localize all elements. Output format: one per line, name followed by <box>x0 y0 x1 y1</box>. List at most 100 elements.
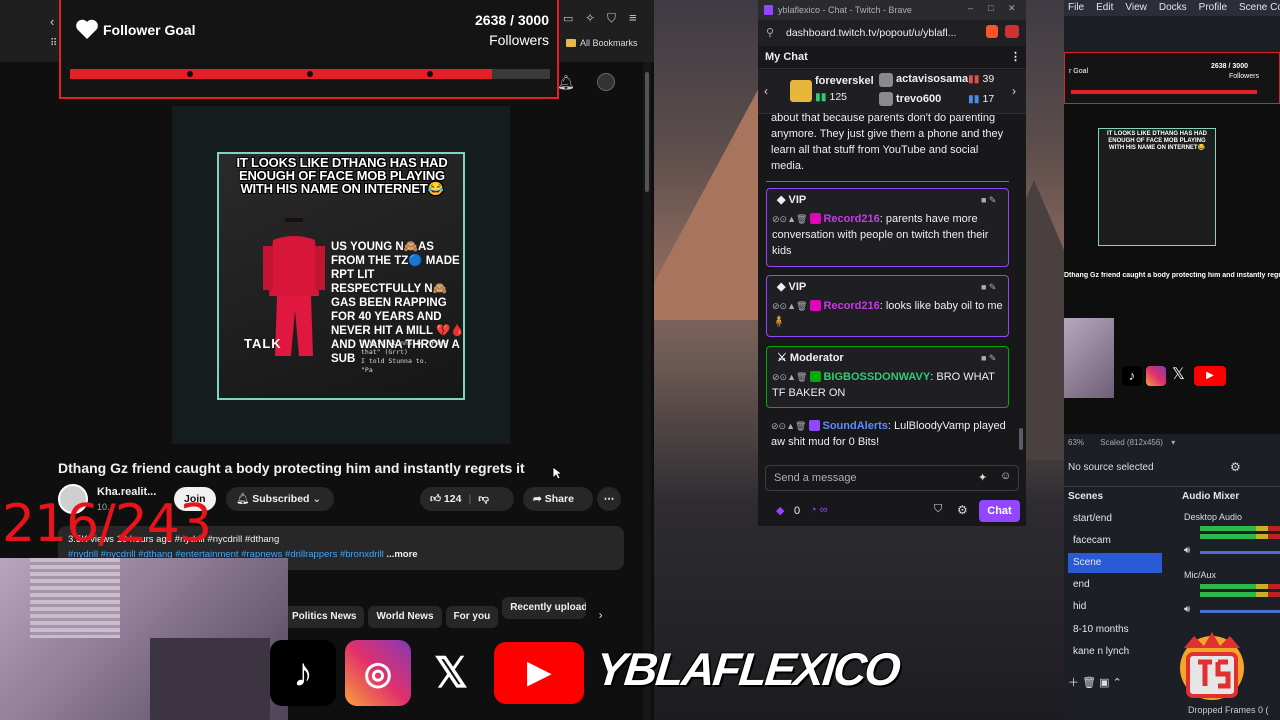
menu-icon[interactable]: ≡ <box>629 10 637 25</box>
chat-header-title: My Chat <box>765 51 808 63</box>
webcam-feed <box>0 558 288 720</box>
speaker-icon[interactable]: 🔊︎ <box>1184 545 1190 556</box>
maximize-icon[interactable]: □ <box>988 3 993 13</box>
chip-world-news[interactable]: World News <box>368 606 442 628</box>
all-bookmarks[interactable]: All Bookmarks <box>566 38 638 48</box>
chat-scrollbar-thumb[interactable] <box>1019 428 1023 450</box>
move-up-icon[interactable]: ⌃ <box>1113 677 1122 689</box>
panel-divider <box>1064 486 1280 487</box>
account-avatar[interactable] <box>597 73 615 91</box>
chat-username[interactable]: Record216 <box>823 213 879 225</box>
close-icon[interactable]: ✕ <box>1008 3 1016 14</box>
chat-username[interactable]: Record216 <box>823 300 879 312</box>
page-scrollbar-thumb[interactable] <box>645 72 649 192</box>
chat-message: ⊘⊙▲🗑︎ Record216: looks like baby oil to … <box>772 298 1004 330</box>
scene-filters-icon[interactable]: ▣ <box>1099 677 1109 689</box>
scene-item[interactable]: hid <box>1068 597 1162 617</box>
back-icon[interactable]: ‹ <box>50 14 54 29</box>
like-dislike-button[interactable]: 👍︎ 124 | 👎︎ <box>420 487 514 511</box>
gifters-prev-icon[interactable]: ‹ <box>764 84 768 98</box>
like-count: 124 <box>443 493 462 505</box>
menu-profile[interactable]: Profile <box>1199 2 1227 13</box>
channel-points-count: 0 <box>794 505 801 517</box>
menu-file[interactable]: File <box>1068 2 1084 13</box>
chip-recently-uploaded[interactable]: Recently uploaded <box>502 597 587 619</box>
share-button[interactable]: ➦ Share <box>523 487 593 511</box>
mod-shield-icon[interactable]: ⛉ <box>934 503 942 516</box>
cast-icon[interactable]: ▭ <box>563 12 573 25</box>
window-blind <box>30 558 120 638</box>
audio-meter <box>1200 592 1280 597</box>
thumbnail-talk-logo: TALK <box>244 336 282 351</box>
description-more-link[interactable]: ...more <box>386 549 417 560</box>
volume-slider[interactable] <box>1200 551 1280 554</box>
card-actions-icon[interactable]: ■ ✎ <box>981 353 996 364</box>
mod-actions-icon[interactable]: ⊘⊙▲🗑︎ <box>771 421 806 431</box>
scene-item[interactable]: facecam <box>1068 531 1162 551</box>
more-actions-button[interactable]: ⋯ <box>597 487 621 511</box>
card-actions-icon[interactable]: ■ ✎ <box>981 195 996 206</box>
mod-actions-icon[interactable]: ⊘⊙▲🗑︎ <box>772 301 807 311</box>
source-properties-gear-icon[interactable]: ⚙ <box>1230 460 1241 474</box>
gifter-name[interactable]: trevo600 <box>896 93 941 105</box>
scene-item[interactable]: kane n lynch <box>1068 642 1162 662</box>
notifications-bell-icon[interactable]: 🔔︎ <box>557 74 575 91</box>
channel-points-icon[interactable]: ◆ <box>776 504 784 517</box>
mod-actions-icon[interactable]: ⊘⊙▲🗑︎ <box>772 372 807 382</box>
scale-dropdown-icon[interactable]: ▾ <box>1171 438 1175 447</box>
audio-mixer-panel-title: Audio Mixer <box>1182 491 1240 502</box>
remove-scene-icon[interactable]: 🗑︎ <box>1082 677 1096 689</box>
gifter-name[interactable]: actavisosama <box>896 73 968 85</box>
speaker-icon[interactable]: 🔊︎ <box>1184 604 1190 615</box>
chat-settings-icon[interactable]: ⚙ <box>957 503 968 517</box>
add-scene-icon[interactable]: ＋ <box>1068 677 1079 689</box>
chips-next-icon[interactable]: › <box>599 608 603 622</box>
verified-badge-icon <box>809 420 821 431</box>
chat-username[interactable]: BIGBOSSDONWAVY <box>823 371 930 383</box>
apps-icon[interactable]: ⠿ <box>50 38 57 49</box>
chat-send-button[interactable]: Chat <box>979 500 1020 522</box>
goal-count: 2638 / 3000 <box>475 12 549 28</box>
chip-politics-news[interactable]: Politics News <box>284 606 365 628</box>
shield-icon[interactable]: ⛉ <box>607 11 616 26</box>
minimize-icon[interactable]: – <box>968 3 973 13</box>
menu-view[interactable]: View <box>1125 2 1147 13</box>
chat-highlight-card: ⚔ Moderator ■ ✎ ⊘⊙▲🗑︎ BIGBOSSDONWAVY: BR… <box>766 346 1009 408</box>
obs-preview-canvas[interactable]: IT LOOKS LIKE DTHANG HAS HAD ENOUGH OF F… <box>1064 104 1280 434</box>
menu-scene-collection[interactable]: Scene Colle <box>1239 2 1280 13</box>
effects-icon[interactable]: ✦ <box>978 471 987 484</box>
subscribed-button[interactable]: 🔔︎ Subscribed ⌄ <box>226 487 334 511</box>
menu-docks[interactable]: Docks <box>1159 2 1187 13</box>
menu-edit[interactable]: Edit <box>1096 2 1113 13</box>
gifters-next-icon[interactable]: › <box>1012 84 1016 98</box>
scene-item[interactable]: 8-10 months <box>1068 620 1162 640</box>
recommendation-chips: Politics News World News For youRecently u… <box>284 597 603 628</box>
preview-goal-label: r Goal <box>1069 68 1089 75</box>
site-info-icon[interactable]: ⚲ <box>766 26 774 39</box>
chat-message: about that because parents don't do pare… <box>771 112 1004 172</box>
audio-meter <box>1200 534 1280 539</box>
scene-item-active[interactable]: Scene <box>1068 553 1162 573</box>
extensions-icon[interactable]: ✧ <box>585 11 595 25</box>
preview-zoom-bar[interactable]: 63% Scaled (812x456) ▾ <box>1068 438 1175 447</box>
thumbs-down-icon[interactable]: 👎︎ <box>478 493 489 505</box>
chat-window-titlebar: yblaflexico - Chat - Twitch - Brave – □ … <box>758 0 1026 20</box>
emote-picker-icon[interactable]: ☺ <box>1000 470 1011 482</box>
gift-icon <box>790 80 812 102</box>
preview-goal-bar <box>1071 90 1257 94</box>
scene-item[interactable]: end <box>1068 575 1162 595</box>
volume-slider[interactable] <box>1200 610 1280 613</box>
brave-rewards-icon[interactable] <box>1005 25 1019 38</box>
chip-for-you[interactable]: For you <box>445 606 499 628</box>
scene-item[interactable]: start/end <box>1068 509 1162 529</box>
card-actions-icon[interactable]: ■ ✎ <box>981 282 996 293</box>
mod-actions-icon[interactable]: ⊘⊙▲🗑︎ <box>772 214 807 224</box>
goal-current: 2638 <box>475 12 507 28</box>
chat-more-options-icon[interactable]: ⋮ <box>1010 50 1021 63</box>
chat-url-bar[interactable]: ⚲ dashboard.twitch.tv/popout/u/yblafl... <box>758 20 1026 46</box>
preview-video-title: Dthang Gz friend caught a body protectin… <box>1064 272 1280 279</box>
chat-username[interactable]: SoundAlerts <box>822 420 887 432</box>
brave-shield-icon[interactable] <box>986 25 998 38</box>
chat-message-input[interactable]: Send a message ✦ ☺ <box>765 465 1019 491</box>
gifter-name[interactable]: foreverskel <box>815 75 874 87</box>
